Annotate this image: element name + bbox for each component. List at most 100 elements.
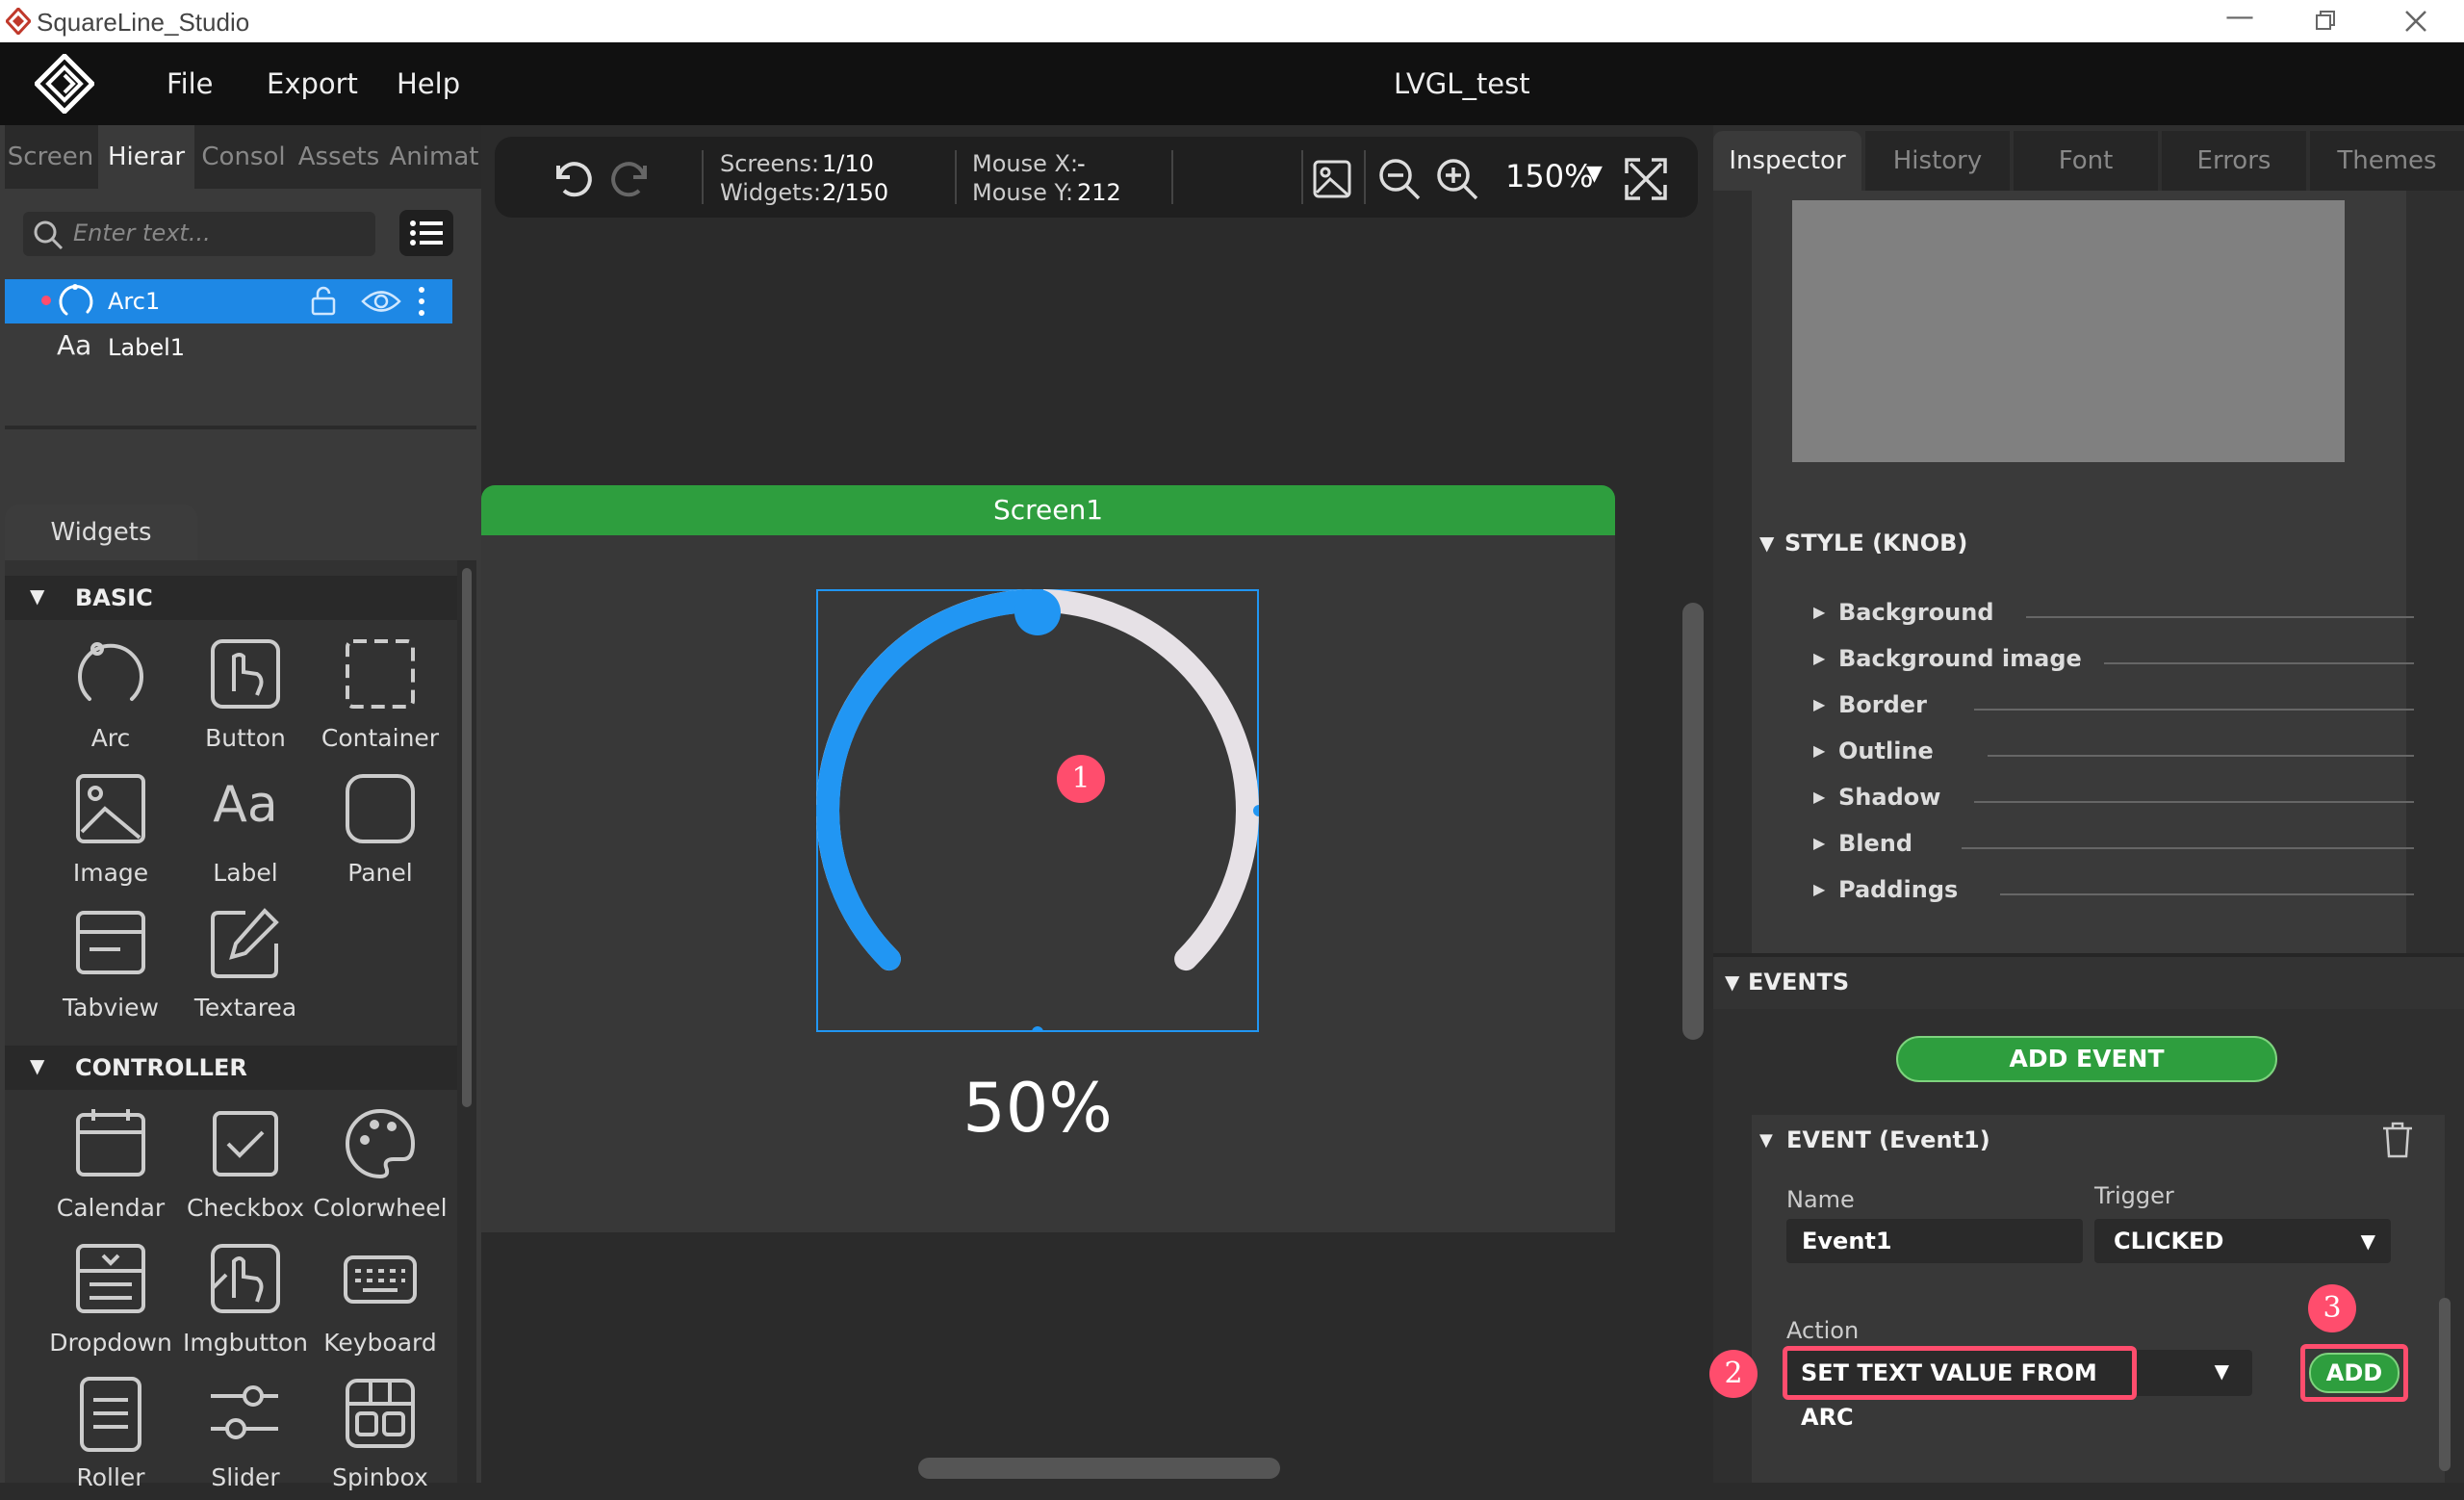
trigger-value: CLICKED [2114,1228,2224,1254]
hierarchy-item-arc1[interactable]: Arc1 [5,279,452,323]
style-prop-border[interactable]: ▶ Border [1713,684,2464,730]
minimize-icon[interactable]: — [2225,0,2254,34]
list-view-icon[interactable] [399,210,453,256]
zoom-dropdown-icon[interactable]: ▼ [1586,162,1603,186]
tab-screen[interactable]: Screen [5,125,96,189]
toolbar-divider [1171,150,1173,204]
tab-font[interactable]: Font [2014,131,2158,191]
tab-assets[interactable]: Assets [293,125,385,189]
slider-icon [211,1385,278,1439]
category-controller[interactable]: ▼ CONTROLLER [5,1046,457,1090]
widgets-scrollbar-track[interactable] [457,560,476,1483]
style-prop-background-image[interactable]: ▶ Background image [1713,637,2464,684]
category-title: BASIC [75,584,153,611]
menu-help[interactable]: Help [397,67,460,100]
style-prop-blend[interactable]: ▶ Blend [1713,822,2464,868]
label-icon: Aa [57,329,92,361]
style-prop-paddings[interactable]: ▶ Paddings [1713,868,2464,915]
widget-checkbox[interactable]: Checkbox [178,1105,313,1230]
widget-spinbox[interactable]: Spinbox [313,1375,448,1500]
lock-icon[interactable] [309,285,338,316]
widget-dropdown[interactable]: Dropdown [43,1240,178,1365]
value-label[interactable]: 50% [816,1069,1259,1148]
collapse-icon: ▼ [1725,970,1740,994]
zoom-level[interactable]: 150% [1505,158,1593,194]
restore-icon[interactable] [2315,10,2336,31]
widget-imgbutton[interactable]: Imgbutton [178,1240,313,1365]
add-event-button[interactable]: ADD EVENT [1896,1036,2277,1082]
menu-file[interactable]: File [167,67,214,100]
arc-icon [59,284,93,316]
hierarchy-item-label1[interactable]: Aa Label1 [5,325,452,370]
widget-colorwheel[interactable]: Colorwheel [313,1105,448,1230]
fit-screen-icon[interactable] [1623,156,1669,202]
widgets-scrollbar-thumb[interactable] [462,568,472,1107]
collapse-icon[interactable]: ▼ [1759,1130,1773,1151]
undo-icon[interactable] [547,154,595,202]
action-value[interactable]: SET TEXT VALUE FROM ARC [1783,1346,2137,1431]
widget-button[interactable]: Button [178,635,313,761]
widget-label: Textarea [193,994,297,1022]
screen-tab-header[interactable]: Screen1 [481,485,1615,535]
inspector-scrollbar[interactable] [2439,1298,2451,1471]
widget-slider[interactable]: Slider [178,1375,313,1500]
widget-arc[interactable]: Arc [43,635,178,761]
tab-animation[interactable]: Animat [387,125,481,189]
widget-textarea[interactable]: Textarea [178,905,313,1030]
zoom-out-icon[interactable] [1376,156,1423,202]
widget-calendar[interactable]: Calendar [43,1105,178,1230]
expand-icon: ▶ [1813,834,1826,852]
menu-export[interactable]: Export [267,67,358,100]
tab-widgets[interactable]: Widgets [5,504,197,560]
event-name-input[interactable]: Event1 [1786,1219,2083,1263]
panel-divider [5,426,476,429]
widget-keyboard[interactable]: Keyboard [313,1240,448,1365]
trash-icon[interactable] [2381,1121,2414,1159]
events-header[interactable]: ▼ EVENTS [1713,957,2464,1009]
background-image-icon[interactable] [1311,158,1353,200]
widget-label: Container [321,724,440,752]
eye-icon[interactable] [361,287,401,316]
collapse-icon: ▼ [30,1054,45,1077]
tab-history[interactable]: History [1865,131,2010,191]
tab-console[interactable]: Consol [196,125,291,189]
toolbar-divider [1301,150,1303,204]
style-prop-outline[interactable]: ▶ Outline [1713,730,2464,776]
more-options-icon[interactable] [417,285,426,318]
zoom-in-icon[interactable] [1434,156,1480,202]
collapse-icon: ▼ [30,584,45,608]
redo-icon[interactable] [608,154,656,202]
widget-panel[interactable]: Panel [313,770,448,895]
widget-roller[interactable]: Roller [43,1375,178,1500]
trigger-select[interactable]: CLICKED ▼ [2094,1219,2391,1263]
screen-preview[interactable]: 50% 1 [481,535,1615,1232]
events-title: EVENTS [1748,969,1850,996]
add-action-button[interactable]: ADD [2309,1353,2400,1393]
widget-container[interactable]: Container [313,635,448,761]
close-icon[interactable] [2404,10,2427,33]
widget-image[interactable]: Image [43,770,178,895]
style-prop-background[interactable]: ▶ Background [1713,591,2464,637]
tab-themes[interactable]: Themes [2310,131,2464,191]
tab-errors[interactable]: Errors [2162,131,2306,191]
widget-tabview[interactable]: Tabview [43,905,178,1030]
widgets-panel: ▼ BASIC Arc Button Container Image Aa La… [5,560,476,1491]
collapse-icon[interactable]: ▼ [1759,531,1774,555]
arc-widget[interactable] [816,589,1259,1032]
toolbar-divider [1364,150,1366,204]
category-title: CONTROLLER [75,1054,247,1081]
search-input[interactable]: Enter text... [73,220,211,246]
app-icon [6,8,31,35]
imgbutton-icon [211,1244,280,1313]
style-knob-title[interactable]: STYLE (KNOB) [1784,530,1967,556]
widget-label[interactable]: Aa Label [178,770,313,895]
style-prop-shadow[interactable]: ▶ Shadow [1713,776,2464,822]
widget-label: Tabview [63,994,159,1022]
tab-inspector[interactable]: Inspector [1713,131,1861,191]
canvas-vscrollbar[interactable] [1682,603,1704,1040]
canvas-hscrollbar[interactable] [918,1458,1280,1479]
category-basic[interactable]: ▼ BASIC [5,576,457,620]
search-box[interactable]: Enter text... [23,212,375,256]
tab-hierarchy[interactable]: Hierar [98,125,194,189]
widget-label: Button [205,724,286,752]
